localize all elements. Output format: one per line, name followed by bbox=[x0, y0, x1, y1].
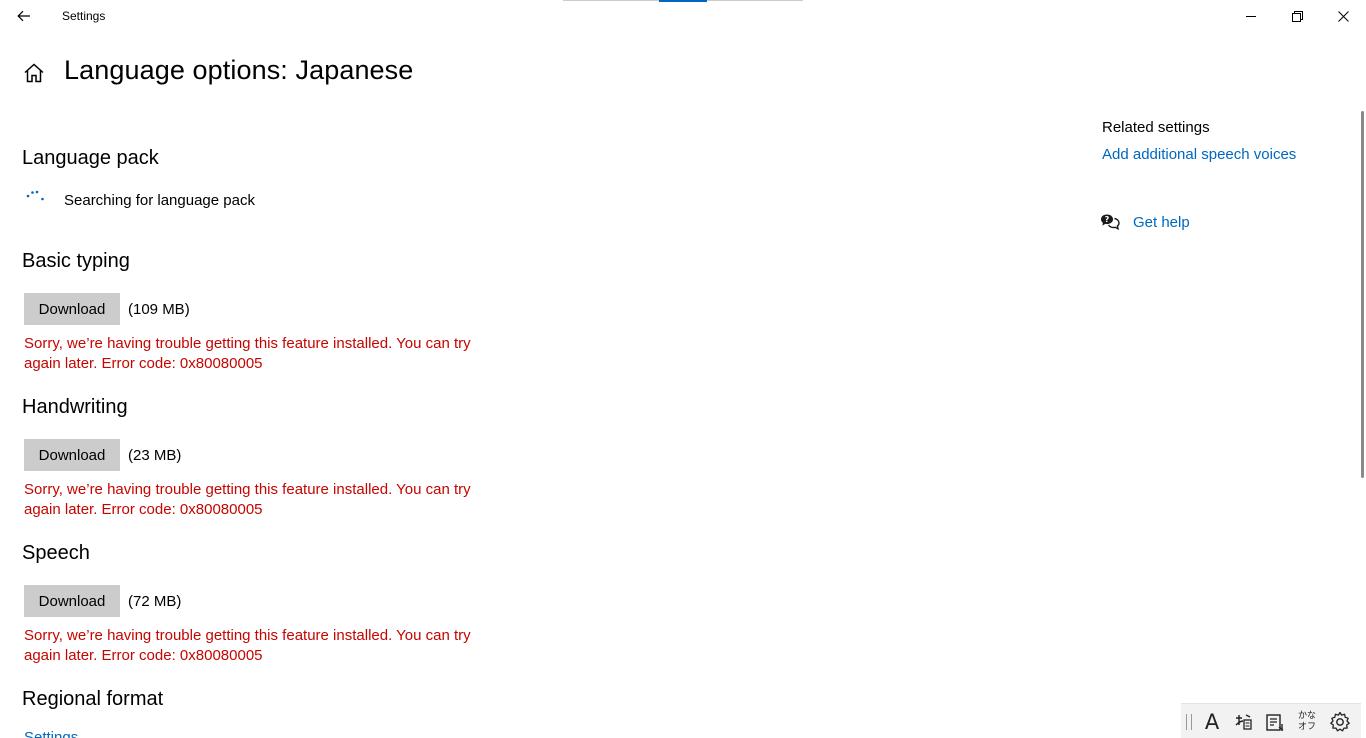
regional-format-heading: Regional format bbox=[22, 688, 164, 710]
page-title: Language options: Japanese bbox=[64, 55, 414, 85]
language-pack-status: Searching for language pack bbox=[64, 192, 255, 209]
svg-text:?: ? bbox=[1105, 215, 1110, 224]
input-mode-button[interactable]: A bbox=[1198, 708, 1226, 736]
basic-typing-heading: Basic typing bbox=[22, 250, 130, 272]
add-speech-voices-link[interactable]: Add additional speech voices bbox=[1102, 146, 1296, 163]
basic-typing-download-button[interactable]: Download bbox=[24, 293, 120, 325]
kana-mode-top: かな bbox=[1297, 711, 1316, 721]
handwriting-error: Sorry, we’re having trouble getting this… bbox=[24, 481, 471, 518]
window-title: Settings bbox=[62, 9, 106, 23]
speech-size: (72 MB) bbox=[128, 593, 182, 610]
ime-pad-icon bbox=[1235, 714, 1252, 730]
kana-mode-bottom: オフ bbox=[1297, 722, 1316, 732]
minimize-icon bbox=[1246, 16, 1256, 17]
restore-button[interactable] bbox=[1274, 0, 1320, 32]
dictionary-icon bbox=[1266, 714, 1284, 731]
basic-typing-error: Sorry, we’re having trouble getting this… bbox=[24, 335, 471, 372]
speech-heading: Speech bbox=[22, 542, 90, 564]
input-mode-icon: A bbox=[1204, 710, 1220, 734]
vertical-scrollbar[interactable] bbox=[1361, 111, 1364, 478]
dictionary-button[interactable] bbox=[1261, 708, 1289, 736]
speech-download-button[interactable]: Download bbox=[24, 585, 120, 617]
related-settings-heading: Related settings bbox=[1102, 119, 1210, 136]
back-arrow-icon bbox=[17, 10, 30, 22]
regional-format-settings-link[interactable]: Settings bbox=[24, 729, 78, 738]
kana-mode-button[interactable]: かな オフ bbox=[1293, 708, 1321, 736]
chat-help-icon: ? bbox=[1101, 214, 1120, 231]
close-icon bbox=[1337, 10, 1349, 22]
toolbar-grip-handle[interactable] bbox=[1186, 714, 1192, 730]
ime-settings-button[interactable] bbox=[1326, 708, 1354, 736]
back-button[interactable] bbox=[8, 0, 40, 32]
get-help-link[interactable]: Get help bbox=[1133, 214, 1190, 231]
loading-spinner-icon bbox=[26, 190, 44, 201]
basic-typing-size: (109 MB) bbox=[128, 301, 190, 318]
handwriting-size: (23 MB) bbox=[128, 447, 182, 464]
title-bar: Settings bbox=[0, 0, 1366, 32]
ime-toolbar: A かな オフ bbox=[1181, 703, 1361, 738]
close-button[interactable] bbox=[1320, 0, 1366, 32]
ime-settings-gear-icon bbox=[1330, 711, 1350, 732]
minimize-button[interactable] bbox=[1228, 0, 1274, 32]
top-indicator bbox=[563, 0, 803, 2]
language-pack-heading: Language pack bbox=[22, 147, 159, 169]
handwriting-download-button[interactable]: Download bbox=[24, 439, 120, 471]
handwriting-heading: Handwriting bbox=[22, 396, 128, 418]
speech-error: Sorry, we’re having trouble getting this… bbox=[24, 627, 471, 664]
settings-window: Settings Language options: Japanese Lang… bbox=[0, 0, 1366, 738]
restore-icon bbox=[1291, 10, 1303, 22]
home-button[interactable] bbox=[23, 62, 45, 84]
ime-pad-button[interactable] bbox=[1229, 708, 1257, 736]
home-icon bbox=[24, 63, 44, 83]
